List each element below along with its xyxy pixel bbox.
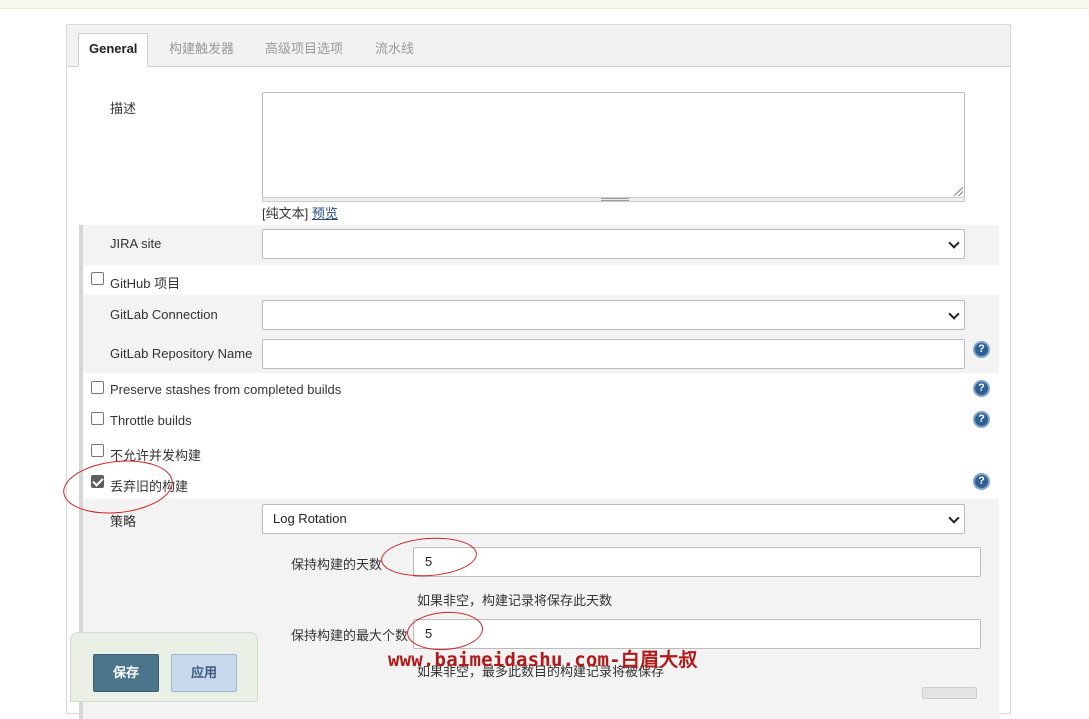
strategy-value: Log Rotation xyxy=(273,511,347,526)
github-project-checkbox[interactable] xyxy=(91,272,104,285)
tab-general[interactable]: General xyxy=(78,33,149,67)
jira-site-select[interactable] xyxy=(262,229,965,259)
top-strip xyxy=(0,0,1089,9)
advanced-button[interactable] xyxy=(922,687,977,699)
gitlab-connection-label: GitLab Connection xyxy=(110,307,218,322)
apply-button[interactable]: 应用 xyxy=(171,654,237,692)
days-to-keep-label: 保持构建的天数 xyxy=(291,557,383,572)
help-icon[interactable]: ? xyxy=(973,341,990,358)
textarea-resize-bar[interactable] xyxy=(262,197,965,202)
resize-grip-icon[interactable] xyxy=(954,187,963,196)
help-icon[interactable]: ? xyxy=(973,473,990,490)
disallow-concurrent-checkbox[interactable] xyxy=(91,444,104,457)
github-project-label: GitHub 项目 xyxy=(110,276,181,291)
chevron-down-icon xyxy=(948,237,960,249)
days-to-keep-hint: 如果非空，构建记录将保存此天数 xyxy=(417,593,613,608)
description-label: 描述 xyxy=(110,101,137,116)
tab-advanced-project-options[interactable]: 高级项目选项 xyxy=(255,34,353,67)
plain-text-label: [纯文本] xyxy=(262,206,309,221)
tab-pipeline[interactable]: 流水线 xyxy=(365,34,424,67)
help-icon[interactable]: ? xyxy=(973,380,990,397)
strategy-label: 策略 xyxy=(110,514,137,529)
watermark: www.baimeidashu.com-白眉大叔 xyxy=(388,649,698,671)
description-textarea[interactable] xyxy=(262,92,965,198)
description-format: [纯文本] 预览 xyxy=(262,203,338,222)
strategy-select[interactable]: Log Rotation xyxy=(262,504,965,534)
preview-link[interactable]: 预览 xyxy=(312,206,338,221)
days-to-keep-input[interactable]: 5 xyxy=(413,547,981,577)
jira-site-label: JIRA site xyxy=(110,236,162,251)
gitlab-repo-input[interactable] xyxy=(262,339,965,369)
drag-handle-icon xyxy=(601,198,629,201)
tab-build-triggers[interactable]: 构建触发器 xyxy=(159,34,244,67)
throttle-builds-checkbox[interactable] xyxy=(91,412,104,425)
gitlab-connection-select[interactable] xyxy=(262,300,965,330)
tab-bar: General 构建触发器 高级项目选项 流水线 xyxy=(67,25,1010,67)
throttle-builds-label: Throttle builds xyxy=(110,413,192,428)
max-builds-label: 保持构建的最大个数 xyxy=(291,628,409,643)
save-button[interactable]: 保存 xyxy=(93,654,159,692)
preserve-stashes-checkbox[interactable] xyxy=(91,381,104,394)
preserve-stashes-label: Preserve stashes from completed builds xyxy=(110,382,342,397)
help-icon[interactable]: ? xyxy=(973,411,990,428)
chevron-down-icon xyxy=(948,512,960,524)
save-bar: 保存 应用 xyxy=(70,632,258,702)
chevron-down-icon xyxy=(948,308,960,320)
config-panel: General 构建触发器 高级项目选项 流水线 描述 [纯文本] 预览 JIR… xyxy=(60,24,1011,719)
gitlab-repo-label: GitLab Repository Name xyxy=(110,346,253,361)
